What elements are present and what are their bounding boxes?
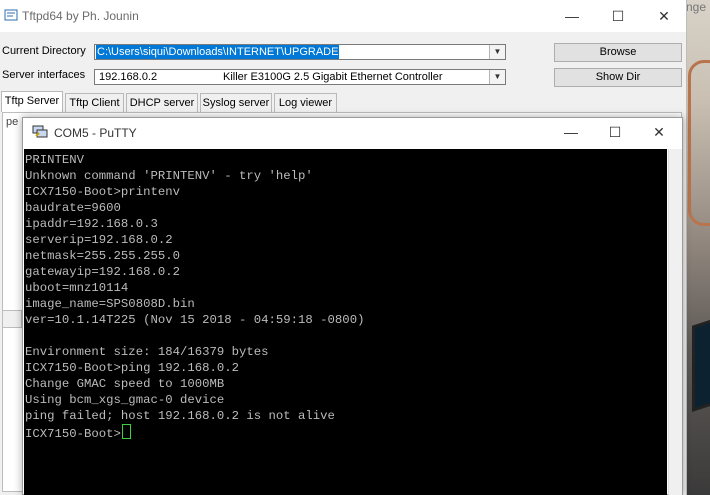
server-interfaces-label: Server interfaces	[2, 69, 86, 81]
server-interface-adapter: Killer E3100G 2.5 Gigabit Ethernet Contr…	[223, 71, 443, 83]
terminal-line: Change GMAC speed to 1000MB	[25, 377, 225, 391]
terminal-line: ver=10.1.14T225 (Nov 15 2018 - 04:59:18 …	[25, 313, 365, 327]
putty-titlebar[interactable]: COM5 - PuTTY — ☐ ✕	[23, 118, 682, 148]
terminal-cursor	[121, 424, 131, 439]
terminal-output[interactable]: PRINTENV Unknown command 'PRINTENV' - tr…	[24, 149, 667, 495]
tab-tftp-client[interactable]: Tftp Client	[65, 93, 124, 112]
terminal-line: netmask=255.255.255.0	[25, 249, 180, 263]
putty-minimize-button[interactable]: —	[548, 117, 594, 147]
background-window-text: nge	[686, 0, 707, 14]
tab-dhcp-server[interactable]: DHCP server	[126, 93, 198, 112]
tftpd-minimize-button[interactable]: —	[549, 0, 595, 32]
putty-title: COM5 - PuTTY	[54, 126, 137, 140]
show-dir-button[interactable]: Show Dir	[554, 68, 682, 87]
terminal-line: uboot=mnz10114	[25, 281, 129, 295]
chevron-down-icon[interactable]: ▼	[489, 45, 505, 59]
server-interfaces-combo[interactable]: 192.168.0.2 Killer E3100G 2.5 Gigabit Et…	[94, 69, 506, 85]
terminal-line: Using bcm_xgs_gmac-0 device	[25, 393, 225, 407]
background-device-image	[692, 314, 710, 412]
terminal-line: ICX7150-Boot>printenv	[25, 185, 180, 199]
putty-app-icon	[32, 125, 48, 139]
current-directory-label: Current Directory	[2, 45, 86, 57]
putty-window: COM5 - PuTTY — ☐ ✕ PRINTENV Unknown comm…	[22, 117, 683, 495]
terminal-line: ipaddr=192.168.0.3	[25, 217, 158, 231]
current-directory-combo[interactable]: C:\Users\siqui\Downloads\INTERNET\UPGRAD…	[94, 44, 506, 60]
terminal-line: image_name=SPS0808D.bin	[25, 297, 195, 311]
browse-button[interactable]: Browse	[554, 43, 682, 62]
terminal-line: serverip=192.168.0.2	[25, 233, 173, 247]
tftpd-close-button[interactable]: ✕	[641, 0, 687, 32]
tftpd-title: Tftpd64 by Ph. Jounin	[22, 9, 139, 23]
terminal-line: baudrate=9600	[25, 201, 121, 215]
terminal-line: Unknown command 'PRINTENV' - try 'help'	[25, 169, 313, 183]
terminal-scrollbar[interactable]	[668, 149, 682, 495]
terminal-line: ICX7150-Boot>ping 192.168.0.2	[25, 361, 240, 375]
terminal-line: ping failed; host 192.168.0.2 is not ali…	[25, 409, 335, 423]
tftpd-titlebar[interactable]: Tftpd64 by Ph. Jounin — ☐ ✕	[0, 0, 686, 32]
panel-text-fragment: pe	[6, 116, 19, 128]
terminal-line: PRINTENV	[25, 153, 85, 167]
panel-control-fragment[interactable]	[2, 310, 22, 328]
terminal-line: gatewayip=192.168.0.2	[25, 265, 180, 279]
tftpd-app-icon	[4, 8, 18, 22]
background-photo	[686, 0, 710, 495]
putty-close-button[interactable]: ✕	[636, 117, 682, 147]
tftpd-maximize-button[interactable]: ☐	[595, 0, 641, 32]
background-cable-image	[688, 60, 710, 226]
chevron-down-icon[interactable]: ▼	[489, 70, 505, 84]
tab-tftp-server[interactable]: Tftp Server	[1, 91, 63, 112]
server-interface-ip: 192.168.0.2	[99, 71, 158, 83]
current-directory-value[interactable]: C:\Users\siqui\Downloads\INTERNET\UPGRAD…	[96, 45, 340, 59]
terminal-line: Environment size: 184/16379 bytes	[25, 345, 269, 359]
putty-maximize-button[interactable]: ☐	[592, 117, 638, 147]
tab-log-viewer[interactable]: Log viewer	[274, 93, 337, 112]
tab-syslog-server[interactable]: Syslog server	[200, 93, 272, 112]
terminal-prompt: ICX7150-Boot>	[25, 427, 121, 441]
